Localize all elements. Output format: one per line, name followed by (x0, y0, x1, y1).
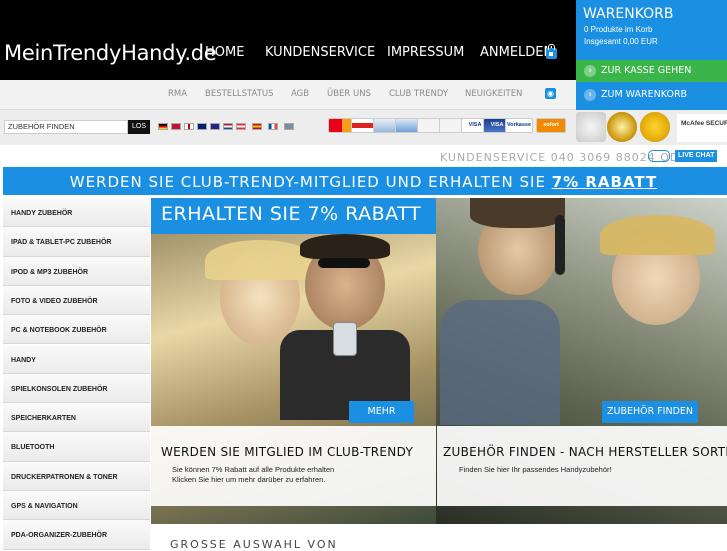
view-cart-label: ZUM WARENKORB (601, 89, 688, 100)
cart-panel: WARENKORB 0 Produkte im Korb Insgesamt 0… (576, 0, 727, 110)
flag-es-icon[interactable] (252, 123, 262, 130)
vorkasse-icon: Vorkasse (505, 118, 533, 133)
subnav-ueber-uns[interactable]: ÜBER UNS (327, 89, 371, 99)
category-item[interactable]: SPEICHERKARTEN (3, 403, 150, 433)
flag-nl-icon[interactable] (223, 123, 233, 130)
category-item[interactable]: IPAD & TABLET-PC ZUBEHÖR (3, 227, 150, 257)
search-button[interactable]: LOS (128, 120, 150, 134)
flag-dk-icon[interactable] (171, 123, 181, 130)
flag-eu-icon[interactable] (210, 123, 220, 130)
promo-text-line: Sie können 7% Rabatt auf alle Produkte e… (172, 465, 335, 474)
flag-ch-icon[interactable] (184, 123, 194, 130)
flag-fr-icon[interactable] (268, 123, 278, 130)
promo-title[interactable]: ZUBEHÖR FINDEN - NACH HERSTELLER SORTIER… (443, 445, 727, 459)
promo-hair-photo (205, 240, 315, 280)
subnav-bestellstatus[interactable]: BESTELLSTATUS (205, 89, 274, 99)
banner-prefix: WERDEN SIE CLUB-TRENDY-MITGLIED UND ERHA… (69, 173, 552, 191)
chat-bubble-icon[interactable] (648, 150, 670, 162)
promo-hair-photo (600, 215, 715, 255)
category-item[interactable]: BLUETOOTH (3, 432, 150, 462)
promo-hair-photo (470, 198, 565, 228)
rss-icon[interactable]: ◉ (545, 88, 556, 99)
gold-seal-icon (607, 112, 637, 142)
arrow-right-icon: › (584, 65, 596, 77)
live-chat-button[interactable]: LIVE CHAT (675, 150, 718, 162)
category-item[interactable]: DRUCKERPATRONEN & TONER (3, 461, 150, 491)
view-cart-button[interactable]: › ZUM WARENKORB (576, 84, 727, 106)
promo-heading: ERHALTEN SIE 7% RABATT (161, 203, 422, 225)
flag-at-icon[interactable] (236, 123, 246, 130)
promo-jacket-photo (440, 300, 560, 425)
header-bar (0, 0, 576, 80)
promo-text-line: Finden Sie hier Ihr passendes Handyzubeh… (459, 465, 612, 474)
more-button[interactable]: MEHR (349, 401, 414, 423)
trusted-shops-icon (640, 112, 670, 142)
headphones-icon (555, 215, 565, 275)
nav-home[interactable]: HOME (205, 45, 244, 60)
nav-kundenservice[interactable]: KUNDENSERVICE (265, 45, 375, 60)
site-logo[interactable]: MeinTrendyHandy.de (4, 41, 217, 65)
subnav-neuigkeiten[interactable]: NEUIGKEITEN (465, 89, 522, 99)
category-item[interactable]: PC & NOTEBOOK ZUBEHÖR (3, 315, 150, 345)
subnav-rma[interactable]: RMA (168, 89, 187, 99)
sunglasses-icon (318, 258, 370, 268)
award-icon (576, 112, 606, 142)
cart-title[interactable]: WARENKORB (583, 6, 673, 22)
flag-uk-icon[interactable] (197, 123, 207, 130)
club-banner-text[interactable]: WERDEN SIE CLUB-TRENDY-MITGLIED UND ERHA… (0, 173, 727, 191)
find-accessories-button[interactable]: ZUBEHÖR FINDEN (602, 401, 698, 423)
cart-total: Insgesamt 0,00 EUR (584, 37, 658, 46)
category-item[interactable]: HANDY (3, 344, 150, 374)
checkout-button[interactable]: › ZUR KASSE GEHEN (576, 60, 727, 82)
promo-text-line[interactable]: Klicken Sie hier um mehr darüber zu erfa… (172, 475, 325, 484)
category-item[interactable]: SPIELKONSOLEN ZUBEHÖR (3, 373, 150, 404)
nav-impressum[interactable]: IMPRESSUM (387, 45, 464, 60)
subnav-club-trendy[interactable]: CLUB TRENDY (389, 89, 448, 99)
nav-anmelden[interactable]: ANMELDEN (480, 45, 553, 60)
phone-icon (333, 322, 357, 356)
promo-hair-photo (300, 234, 390, 259)
category-item[interactable]: HANDY ZUBEHÖR (3, 198, 150, 228)
flag-de-icon[interactable] (158, 123, 168, 130)
arrow-right-icon: › (584, 89, 596, 101)
mcafee-badge[interactable]: McAfee SECURE (677, 114, 727, 142)
category-item[interactable]: FOTO & VIDEO ZUBEHÖR (3, 285, 150, 316)
lock-icon[interactable] (546, 44, 557, 59)
sofort-icon: sofort (536, 118, 566, 133)
checkout-label: ZUR KASSE GEHEN (601, 65, 692, 76)
banner-discount[interactable]: 7% RABATT (552, 173, 658, 191)
category-item[interactable]: PDA-ORGANIZER-ZUBEHÖR (3, 520, 150, 550)
category-item[interactable]: IPOD & MP3 ZUBEHÖR (3, 256, 150, 286)
promo-title[interactable]: WERDEN SIE MITGLIED IM CLUB-TRENDY (161, 445, 413, 459)
search-input[interactable]: ZUBEHÖR FINDEN (4, 120, 128, 134)
flag-other-icon[interactable] (284, 123, 294, 130)
subnav-agb[interactable]: AGB (291, 89, 309, 99)
category-item[interactable]: GPS & NAVIGATION (3, 491, 150, 521)
cart-product-count: 0 Produkte im Korb (584, 25, 653, 34)
